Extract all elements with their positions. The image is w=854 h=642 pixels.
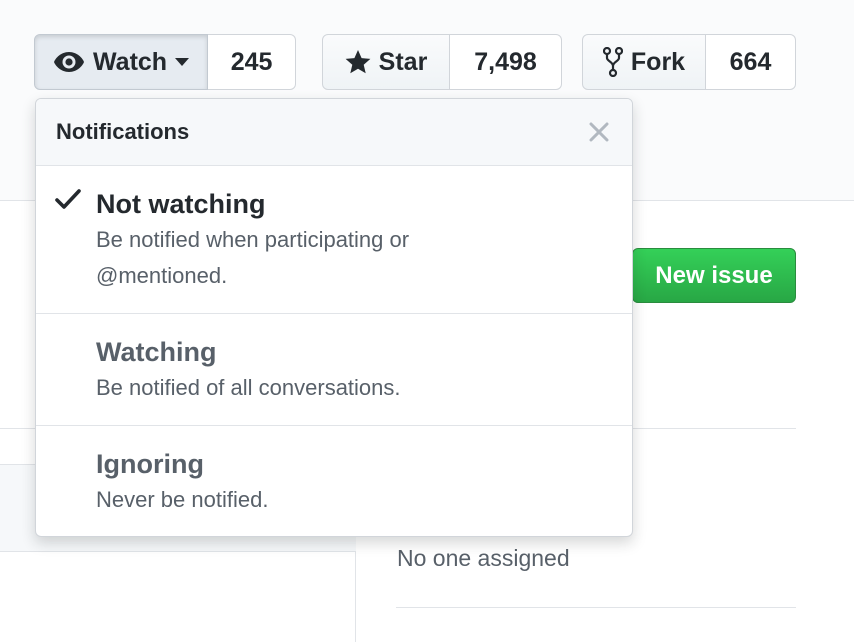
menu-item-title: Watching: [96, 337, 217, 367]
star-label: Star: [378, 47, 428, 76]
divider: [396, 607, 796, 608]
fork-button-group: Fork 664: [582, 34, 796, 90]
star-button-group: Star 7,498: [322, 34, 562, 90]
menu-item-description: Be notified when participating or: [96, 227, 410, 252]
close-icon[interactable]: [586, 119, 612, 145]
fork-button[interactable]: Fork: [582, 34, 706, 90]
menu-item-not-watching[interactable]: Not watching Be notified when participat…: [36, 166, 632, 314]
watch-button[interactable]: Watch: [34, 34, 209, 90]
menu-item-title: Not watching: [96, 189, 266, 219]
dropdown-header: Notifications: [36, 99, 632, 166]
dropdown-title: Notifications: [56, 119, 190, 144]
new-issue-button[interactable]: New issue: [632, 248, 796, 303]
watch-count[interactable]: 245: [208, 34, 297, 90]
eye-icon: [53, 51, 85, 73]
menu-item-ignoring[interactable]: Ignoring Never be notified.: [36, 426, 632, 536]
star-count[interactable]: 7,498: [450, 34, 562, 90]
caret-down-icon: [175, 57, 190, 67]
notifications-dropdown: Notifications Not watching Be notified w…: [35, 98, 633, 537]
menu-item-watching[interactable]: Watching Be notified of all conversation…: [36, 314, 632, 426]
assignees-value: No one assigned: [397, 545, 570, 571]
menu-item-description: Never be notified.: [96, 487, 269, 512]
fork-label: Fork: [630, 47, 686, 76]
menu-item-description: Be notified of all conversations.: [96, 375, 401, 400]
check-icon: [54, 188, 82, 212]
watch-button-group: Watch 245: [34, 34, 297, 90]
menu-item-title: Ignoring: [96, 449, 204, 479]
divider: [355, 552, 356, 642]
page: Watch 245 Star 7,498 Fork 664 New issue …: [0, 0, 854, 642]
watch-label: Watch: [93, 47, 168, 76]
divider: [632, 428, 796, 429]
star-button[interactable]: Star: [322, 34, 450, 90]
fork-count[interactable]: 664: [706, 34, 796, 90]
star-icon: [345, 49, 371, 75]
repo-forked-icon: [602, 47, 623, 77]
menu-item-description: @mentioned.: [96, 263, 228, 288]
